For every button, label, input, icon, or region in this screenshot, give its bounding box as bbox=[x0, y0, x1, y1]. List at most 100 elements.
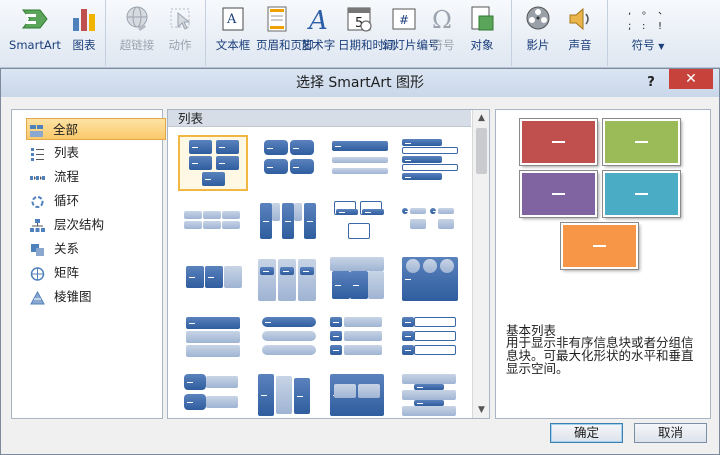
scroll-down-arrow-icon[interactable]: ▼ bbox=[473, 402, 489, 418]
scrollbar-thumb[interactable] bbox=[476, 128, 487, 174]
ribbon: SmartArt 图表 超链接 动作 A 文本框 页眉和页脚 A 艺术字 5 日… bbox=[0, 0, 720, 68]
film-reel-icon bbox=[523, 4, 553, 34]
layout-thumbnail-trapezoid-list[interactable] bbox=[256, 315, 326, 371]
layout-gallery-header: 列表 bbox=[168, 110, 471, 127]
ribbon-group-illustrations: SmartArt 图表 bbox=[0, 0, 106, 66]
relationship-icon bbox=[30, 242, 45, 256]
svg-text:,: , bbox=[628, 6, 631, 17]
action-icon bbox=[165, 4, 195, 34]
preview-shape-1 bbox=[520, 119, 597, 165]
category-item-process[interactable]: 流程 bbox=[28, 166, 158, 188]
layout-thumbnail-picture-list[interactable] bbox=[400, 199, 470, 255]
layout-thumbnail-lined-list[interactable] bbox=[328, 315, 398, 371]
hyperlink-icon bbox=[122, 4, 152, 34]
layout-thumbnail-step-down-list[interactable] bbox=[256, 372, 326, 418]
movie-button[interactable]: 影片 bbox=[520, 4, 556, 52]
ribbon-group-symbols: , 。、;:! 符号 ▼ bbox=[608, 0, 720, 66]
slide-number-icon: # bbox=[389, 4, 419, 34]
layout-scrollbar[interactable]: ▲ ▼ bbox=[472, 110, 489, 418]
list-icon bbox=[30, 146, 45, 161]
svg-text::: : bbox=[642, 21, 645, 32]
hierarchy-icon bbox=[30, 218, 45, 232]
cycle-icon bbox=[30, 194, 45, 208]
symbols-gallery-button[interactable]: , 。、;:! 符号 ▼ bbox=[620, 4, 676, 54]
calendar-icon: 5 bbox=[344, 4, 374, 34]
category-item-cycle[interactable]: 循环 bbox=[28, 190, 158, 212]
textbox-icon: A bbox=[218, 4, 248, 34]
layout-thumbnail-vertical-bullet-list[interactable] bbox=[400, 135, 470, 191]
chart-button[interactable]: 图表 bbox=[66, 4, 102, 52]
close-button[interactable]: ✕ bbox=[669, 69, 713, 89]
chevron-down-icon: ▼ bbox=[658, 42, 665, 51]
svg-text:Ω: Ω bbox=[432, 6, 452, 34]
layout-thumbnail-horizontal-bullet-list[interactable] bbox=[180, 199, 250, 255]
symbols-gallery-icon: , 。、;:! bbox=[626, 4, 670, 34]
category-item-pyramid[interactable]: 棱锥图 bbox=[28, 286, 158, 308]
ribbon-group-media: 影片 声音 bbox=[512, 0, 608, 66]
category-item-all[interactable]: 全部 bbox=[26, 118, 166, 140]
layout-thumbnail-picture-caption-list[interactable] bbox=[328, 199, 398, 255]
wordart-button[interactable]: A 艺术字 bbox=[298, 4, 338, 52]
layout-thumbnail-arrow-list[interactable] bbox=[182, 372, 252, 418]
preview-shape-3 bbox=[520, 171, 597, 217]
category-list: 全部 列表 流程 循环 层次结构 关系 矩阵 棱锥图 bbox=[11, 109, 166, 419]
ribbon-group-text: A 文本框 页眉和页脚 A 艺术字 5 日期和时间 # 幻灯片编号 Ω 符号 对… bbox=[206, 0, 512, 66]
help-button[interactable]: ? bbox=[641, 69, 661, 97]
object-icon bbox=[467, 4, 497, 34]
chart-icon bbox=[69, 4, 99, 34]
layout-thumbnail-hierarchy-list[interactable] bbox=[328, 257, 398, 313]
preview-pane: 基本列表 用于显示非有序信息块或者分组信息块。可最大化形状的水平和垂直显示空间。 bbox=[495, 109, 711, 419]
layout-thumbnail-basic-list[interactable] bbox=[178, 135, 248, 191]
svg-text:。: 。 bbox=[642, 6, 652, 17]
svg-text:A: A bbox=[307, 6, 328, 34]
smartart-button[interactable]: SmartArt bbox=[8, 4, 62, 52]
dialog-titlebar: 选择 SmartArt 图形 ? ✕ bbox=[1, 69, 719, 97]
svg-text:A: A bbox=[226, 12, 237, 27]
preview-shape-2 bbox=[603, 119, 680, 165]
layout-thumbnail-alternating-hexagons[interactable] bbox=[256, 135, 326, 191]
layout-thumbnail-table-list[interactable] bbox=[254, 199, 324, 255]
all-icon bbox=[29, 123, 44, 137]
dialog-title: 选择 SmartArt 图形 bbox=[295, 75, 425, 91]
cancel-button[interactable]: 取消 bbox=[634, 423, 707, 443]
layout-thumbnail-stacked-list[interactable] bbox=[328, 135, 398, 191]
wordart-icon: A bbox=[303, 4, 333, 36]
preview-description: 用于显示非有序信息块或者分组信息块。可最大化形状的水平和垂直显示空间。 bbox=[506, 335, 694, 376]
layout-thumbnail-segmented-list[interactable] bbox=[400, 372, 470, 418]
layout-thumbnail-horizontal-picture-list[interactable] bbox=[182, 257, 252, 313]
layout-gallery: 列表 ▲ ▼ bbox=[167, 109, 490, 419]
smartart-icon bbox=[20, 4, 50, 34]
category-item-hierarchy[interactable]: 层次结构 bbox=[28, 214, 158, 236]
layout-thumbnail-chevron-list[interactable] bbox=[400, 315, 470, 371]
omega-icon: Ω bbox=[428, 4, 458, 34]
layout-thumbnail-vertical-box-list[interactable] bbox=[182, 315, 252, 371]
category-item-relationship[interactable]: 关系 bbox=[28, 238, 158, 260]
matrix-icon bbox=[30, 266, 45, 281]
layout-thumbnail-block-list[interactable] bbox=[328, 372, 398, 418]
action-button[interactable]: 动作 bbox=[162, 4, 198, 52]
ok-button[interactable]: 确定 bbox=[550, 423, 623, 443]
layout-thumbnail-circle-picture-list[interactable] bbox=[400, 257, 470, 313]
datetime-button[interactable]: 5 日期和时间 bbox=[338, 4, 396, 52]
scroll-up-arrow-icon[interactable]: ▲ bbox=[473, 110, 489, 126]
category-item-list[interactable]: 列表 bbox=[28, 142, 158, 164]
speaker-icon bbox=[565, 4, 595, 34]
svg-text:、: 、 bbox=[658, 6, 668, 17]
preview-shape-4 bbox=[603, 171, 680, 217]
symbol-button[interactable]: Ω 符号 bbox=[428, 4, 458, 52]
category-item-matrix[interactable]: 矩阵 bbox=[28, 262, 158, 284]
object-button[interactable]: 对象 bbox=[464, 4, 500, 52]
slide-number-button[interactable]: # 幻灯片编号 bbox=[382, 4, 440, 52]
textbox-button[interactable]: A 文本框 bbox=[212, 4, 254, 52]
svg-text:!: ! bbox=[658, 21, 662, 32]
layout-thumbnail-grouped-list[interactable] bbox=[254, 257, 324, 313]
pyramid-icon bbox=[30, 290, 45, 305]
preview-shape-5 bbox=[561, 223, 638, 269]
ribbon-group-links: 超链接 动作 bbox=[106, 0, 206, 66]
header-footer-button[interactable]: 页眉和页脚 bbox=[256, 4, 314, 52]
smartart-dialog: 选择 SmartArt 图形 ? ✕ 全部 列表 流程 循环 层次结构 关系 矩… bbox=[0, 68, 720, 455]
sound-button[interactable]: 声音 bbox=[562, 4, 598, 52]
hyperlink-button[interactable]: 超链接 bbox=[116, 4, 158, 52]
symbols-gallery-label: 符号 bbox=[631, 38, 655, 52]
svg-text:;: ; bbox=[628, 21, 631, 32]
